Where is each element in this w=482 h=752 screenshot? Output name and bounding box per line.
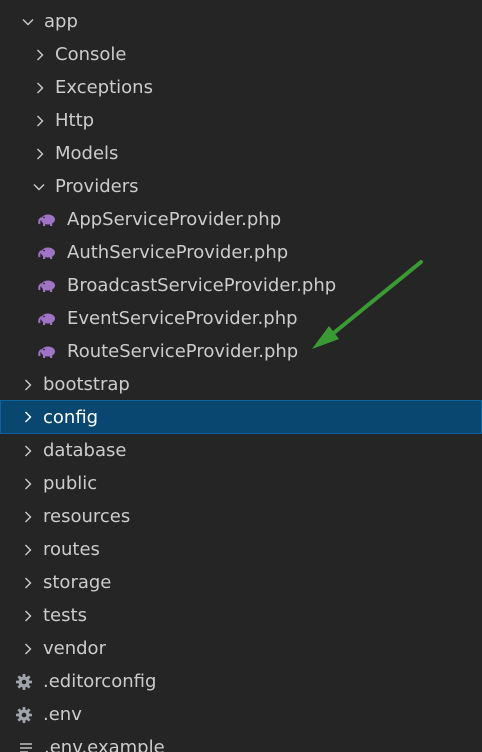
tree-item-routes[interactable]: routes — [0, 533, 482, 566]
gear-icon — [14, 706, 34, 723]
tree-item-appserviceprovider[interactable]: AppServiceProvider.php — [0, 203, 482, 236]
tree-item-label: public — [43, 473, 98, 494]
tree-item-bootstrap[interactable]: bootstrap — [0, 368, 482, 401]
tree-item-exceptions[interactable]: Exceptions — [0, 71, 482, 104]
tree-item-storage[interactable]: storage — [0, 566, 482, 599]
tree-item-vendor[interactable]: vendor — [0, 632, 482, 665]
chevron-right-icon — [20, 608, 36, 624]
tree-item-config[interactable]: config — [0, 400, 482, 434]
tree-item-broadcastserviceprovider[interactable]: BroadcastServiceProvider.php — [0, 269, 482, 302]
tree-item-label: resources — [43, 506, 131, 527]
chevron-right-icon — [20, 575, 36, 591]
tree-item-label: Exceptions — [55, 77, 153, 98]
tree-item-providers[interactable]: Providers — [0, 170, 482, 203]
tree-item-label: storage — [43, 572, 112, 593]
chevron-right-icon — [20, 542, 36, 558]
tree-item-resources[interactable]: resources — [0, 500, 482, 533]
chevron-down-icon — [20, 14, 36, 30]
tree-item-label: database — [43, 440, 127, 461]
tree-item-console[interactable]: Console — [0, 38, 482, 71]
chevron-right-icon — [20, 641, 36, 657]
tree-item-tests[interactable]: tests — [0, 599, 482, 632]
php-elephant-icon — [38, 245, 58, 261]
php-elephant-icon — [38, 278, 58, 294]
tree-item-authserviceprovider[interactable]: AuthServiceProvider.php — [0, 236, 482, 269]
tree-item-label: Http — [55, 110, 95, 131]
chevron-right-icon — [20, 409, 36, 425]
chevron-right-icon — [20, 377, 36, 393]
chevron-right-icon — [20, 443, 36, 459]
tree-item-eventserviceprovider[interactable]: EventServiceProvider.php — [0, 302, 482, 335]
tree-item-label: BroadcastServiceProvider.php — [67, 275, 337, 296]
tree-item-label: AuthServiceProvider.php — [67, 242, 289, 263]
tree-item-http[interactable]: Http — [0, 104, 482, 137]
tree-item-public[interactable]: public — [0, 467, 482, 500]
gear-icon — [14, 673, 34, 690]
tree-item-label: Models — [55, 143, 119, 164]
php-elephant-icon — [38, 212, 58, 228]
chevron-right-icon — [32, 47, 48, 63]
file-explorer-tree: app Console Exceptions Http Models Provi… — [0, 0, 482, 752]
chevron-right-icon — [20, 476, 36, 492]
tree-item-label: .env.example — [44, 737, 165, 752]
tree-item-label: AppServiceProvider.php — [67, 209, 282, 230]
tree-item-label: Console — [55, 44, 127, 65]
tree-item-label: app — [44, 11, 78, 32]
tree-item-label: config — [43, 406, 99, 428]
php-elephant-icon — [38, 344, 58, 360]
tree-item-label: bootstrap — [43, 374, 130, 395]
tree-item-label: EventServiceProvider.php — [67, 308, 298, 329]
php-elephant-icon — [38, 311, 58, 327]
tree-item-models[interactable]: Models — [0, 137, 482, 170]
tree-item-app[interactable]: app — [0, 5, 482, 38]
tree-item-label: tests — [43, 605, 87, 626]
chevron-right-icon — [32, 80, 48, 96]
tree-item-label: vendor — [43, 638, 106, 659]
chevron-right-icon — [20, 509, 36, 525]
text-lines-icon — [16, 740, 36, 752]
tree-item-label: Providers — [55, 176, 139, 197]
tree-item-label: .env — [43, 704, 82, 725]
tree-item-label: .editorconfig — [43, 671, 157, 692]
tree-item-label: routes — [43, 539, 100, 560]
tree-item-routeserviceprovider[interactable]: RouteServiceProvider.php — [0, 335, 482, 368]
tree-item-label: RouteServiceProvider.php — [67, 341, 299, 362]
chevron-right-icon — [32, 146, 48, 162]
chevron-down-icon — [31, 179, 47, 195]
tree-item-editorconfig[interactable]: .editorconfig — [0, 665, 482, 698]
tree-item-env-example[interactable]: .env.example — [0, 731, 482, 752]
tree-item-database[interactable]: database — [0, 434, 482, 467]
tree-item-env[interactable]: .env — [0, 698, 482, 731]
chevron-right-icon — [32, 113, 48, 129]
